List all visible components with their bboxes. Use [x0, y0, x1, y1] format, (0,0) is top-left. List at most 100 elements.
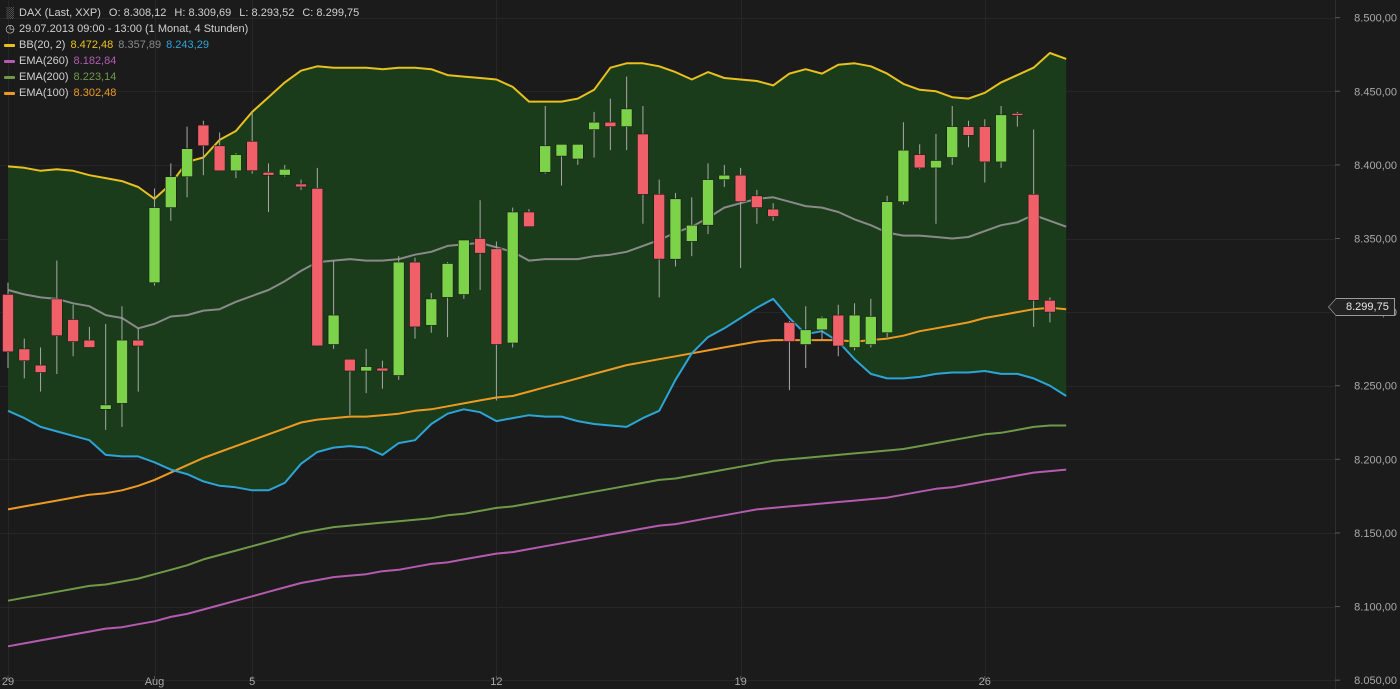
legend-ema260-value: 8.182,84 — [73, 55, 117, 67]
legend-period: 29.07.2013 09:00 - 13:00 (1 Monat, 4 Stu… — [19, 23, 249, 35]
x-tick-label: 5 — [249, 676, 255, 688]
candle-body-up — [360, 366, 373, 372]
candle-body-down — [978, 126, 991, 163]
candle — [816, 316, 828, 341]
candle-body-down — [1027, 194, 1040, 301]
ema200-swatch — [4, 75, 15, 79]
candle-body-down — [2, 294, 14, 353]
legend-close: C: 8.299,75 — [302, 7, 360, 19]
candle-body-down — [50, 298, 63, 336]
candlestick-icon: ░ — [6, 7, 14, 19]
legend-ema200-value: 8.223,14 — [73, 71, 117, 83]
legend-bb-upper: 8.472,48 — [70, 39, 114, 51]
candle-body-down — [18, 348, 31, 361]
candle-body-up — [425, 298, 438, 326]
candle-body-up — [930, 160, 942, 169]
legend-bb[interactable]: BB(20, 2) 8.472,48 8.357,89 8.243,29 — [4, 37, 362, 53]
x-tick-label: Aug — [145, 676, 165, 688]
candle-body-down — [832, 314, 845, 347]
candle-body-up — [441, 263, 454, 298]
legend-period-row: ◷ 29.07.2013 09:00 - 13:00 (1 Monat, 4 S… — [4, 21, 362, 37]
y-tick-label: 8.500,00 — [1354, 13, 1397, 25]
candle-body-up — [116, 339, 128, 404]
x-tick-label: 26 — [979, 676, 991, 688]
legend-ema200[interactable]: EMA(200) 8.223,14 — [4, 69, 362, 85]
y-tick-label: 8.450,00 — [1354, 86, 1397, 98]
candle-body-down — [1011, 113, 1024, 116]
x-axis: 29 Aug 5 12 19 26 — [2, 676, 991, 688]
candle-body-down — [311, 188, 324, 347]
candle-body-down — [197, 124, 210, 146]
candle-body-up — [99, 404, 112, 410]
candle-body-down — [637, 133, 649, 195]
candle — [669, 192, 682, 267]
candle-body-down — [653, 194, 666, 260]
candle — [457, 239, 470, 299]
candle-body-up — [165, 176, 177, 208]
candle-body-down — [67, 319, 79, 342]
legend-bb-label: BB(20, 2) — [19, 39, 66, 51]
line-ema-260 — [7, 468, 1067, 648]
clock-icon: ◷ — [5, 23, 15, 35]
legend-ema260-label: EMA(260) — [19, 55, 69, 67]
ema100-swatch — [4, 91, 15, 95]
candle-body-up — [718, 174, 731, 180]
candle-body-up — [702, 179, 714, 226]
candle-body-up — [571, 144, 584, 160]
candle-body-up — [669, 198, 682, 260]
candle-body-down — [783, 322, 796, 342]
legend-ohlc-row: ░ DAX (Last, XXP) O: 8.308,12 H: 8.309,6… — [4, 5, 362, 21]
candle-body-down — [767, 208, 780, 217]
candle-body-down — [962, 126, 975, 136]
candle-body-down — [490, 248, 503, 345]
candle — [881, 195, 893, 338]
candle-body-up — [230, 154, 242, 172]
candle-body-down — [344, 358, 356, 372]
y-tick-label: 8.250,00 — [1354, 381, 1397, 393]
candle-body-up — [816, 317, 828, 331]
candle-body-down — [523, 211, 535, 227]
y-tick-label: 8.050,00 — [1354, 675, 1397, 687]
legend-ema100-label: EMA(100) — [19, 87, 69, 99]
y-tick-label: 8.200,00 — [1354, 454, 1397, 466]
candle — [311, 167, 324, 347]
candle-body-up — [995, 114, 1007, 163]
last-price-marker: 8.299,75 — [1328, 298, 1395, 316]
candlestick-chart: 8.050,00 8.100,00 8.150,00 8.200,00 8.250,00… — [0, 0, 1397, 689]
y-tick-label: 8.350,00 — [1354, 234, 1397, 246]
legend-bb-middle: 8.357,89 — [118, 39, 162, 51]
legend-ema260[interactable]: EMA(260) 8.182,84 — [4, 53, 362, 69]
candle-body-up — [620, 108, 633, 127]
chart-legend: ░ DAX (Last, XXP) O: 8.308,12 H: 8.309,6… — [4, 5, 362, 101]
bb-swatch — [4, 43, 15, 47]
candle-body-up — [539, 145, 552, 173]
legend-ema100[interactable]: EMA(100) 8.302,48 — [4, 85, 362, 101]
candle-body-down — [751, 195, 763, 208]
y-tick-label: 8.150,00 — [1354, 528, 1397, 540]
candle-body-up — [881, 201, 893, 333]
candle-body-up — [457, 239, 470, 295]
candle — [506, 207, 519, 348]
legend-symbol: DAX (Last, XXP) — [19, 7, 101, 19]
y-tick-label: 8.100,00 — [1354, 602, 1397, 614]
y-axis: 8.050,00 8.100,00 8.150,00 8.200,00 8.250,00… — [1335, 13, 1397, 687]
candle-body-up — [848, 314, 861, 348]
legend-low: L: 8.293,52 — [239, 7, 295, 19]
candle-body-up — [588, 121, 600, 130]
candle-body-up — [864, 316, 877, 345]
candle-body-up — [278, 169, 291, 176]
candle-body-up — [327, 314, 340, 345]
x-tick-label: 12 — [490, 676, 502, 688]
candle-body-up — [181, 148, 193, 177]
candle-body-down — [132, 339, 144, 347]
candle-body-up — [392, 261, 405, 376]
candle-body-up — [946, 126, 959, 158]
candle-body-down — [246, 141, 258, 172]
candle-body-down — [474, 238, 486, 254]
candle-body-down — [262, 172, 275, 176]
candle-body-down — [734, 174, 747, 202]
x-tick-label: 19 — [734, 676, 746, 688]
candle-body-up — [148, 207, 161, 284]
candle-body-down — [376, 367, 389, 372]
candle-body-down — [213, 145, 226, 172]
